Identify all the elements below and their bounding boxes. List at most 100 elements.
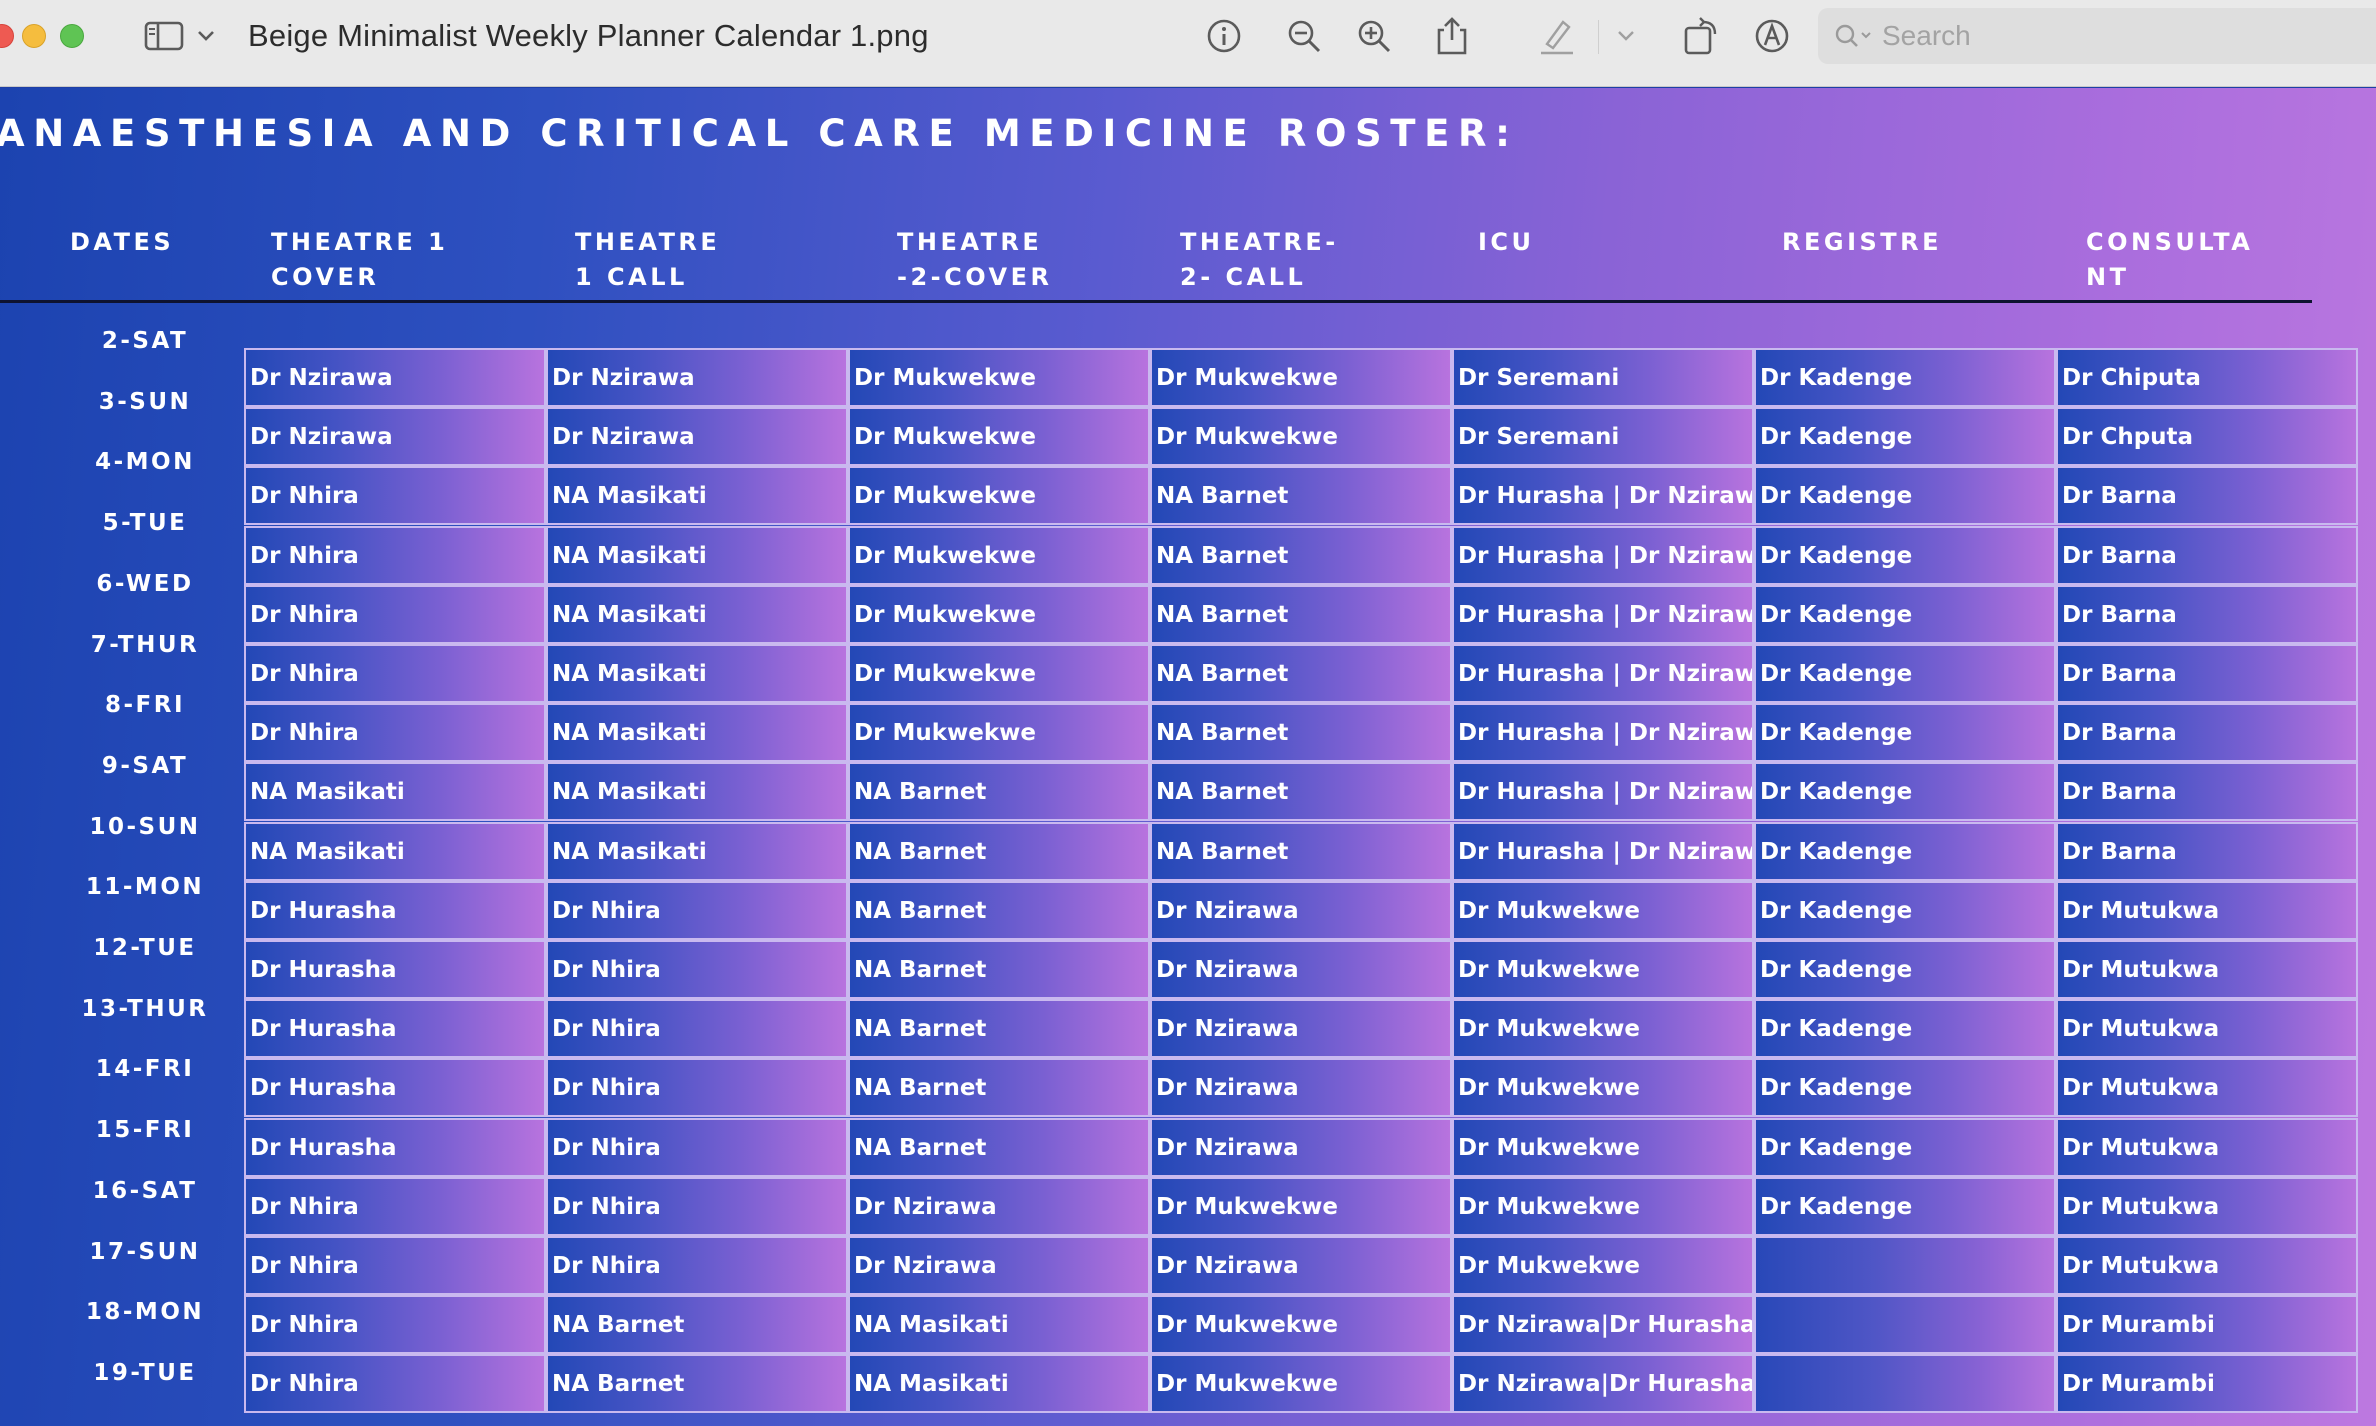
- zoom-window-button[interactable]: [60, 24, 84, 48]
- roster-cell: Dr Hurasha | Dr Nzirawa: [1452, 822, 1754, 881]
- roster-cell: Dr Mutukwa: [2056, 940, 2358, 999]
- roster-cell: Dr Nhira: [546, 940, 848, 999]
- close-window-button[interactable]: [0, 24, 14, 48]
- roster-cell: Dr Mukwekwe: [1452, 1058, 1754, 1117]
- sidebar-icon[interactable]: [142, 16, 186, 56]
- roster-cell: NA Barnet: [546, 1295, 848, 1354]
- roster-cell: Dr Murambi: [2056, 1354, 2358, 1413]
- column-header-dates: DATES: [70, 228, 175, 256]
- roster-cell: Dr Nhira: [244, 1295, 546, 1354]
- roster-cell: Dr Kadenge: [1754, 1118, 2056, 1177]
- roster-cell: [1754, 1295, 2056, 1354]
- row-date-label: 17-SUN: [89, 1239, 201, 1265]
- roster-cell: Dr Nzirawa|Dr Hurasha: [1452, 1354, 1754, 1413]
- roster-cell: Dr Kadenge: [1754, 526, 2056, 585]
- roster-cell: Dr Mukwekwe: [1150, 348, 1452, 407]
- roster-cell: Dr Mukwekwe: [1150, 1295, 1452, 1354]
- roster-cell: Dr Mukwekwe: [1452, 1118, 1754, 1177]
- roster-cell: Dr Seremani: [1452, 407, 1754, 466]
- roster-cell: Dr Kadenge: [1754, 1177, 2056, 1236]
- rotate-icon[interactable]: [1682, 16, 1722, 56]
- roster-cell: Dr Nhira: [244, 644, 546, 703]
- roster-cell: Dr Nhira: [546, 999, 848, 1058]
- roster-cell: NA Barnet: [1150, 644, 1452, 703]
- roster-cell: NA Barnet: [1150, 703, 1452, 762]
- roster-cell: NA Barnet: [848, 940, 1150, 999]
- search-icon: [1834, 22, 1874, 50]
- highlight-icon[interactable]: [1536, 16, 1578, 56]
- share-icon[interactable]: [1432, 16, 1472, 56]
- roster-cell: NA Masikati: [546, 822, 848, 881]
- roster-cell: Dr Mukwekwe: [848, 703, 1150, 762]
- roster-cell: Dr Mukwekwe: [1452, 1177, 1754, 1236]
- roster-cell: Dr Mukwekwe: [848, 407, 1150, 466]
- roster-cell: Dr Mutukwa: [2056, 1236, 2358, 1295]
- info-icon[interactable]: [1204, 16, 1244, 56]
- roster-cell: Dr Barna: [2056, 822, 2358, 881]
- zoom-out-icon[interactable]: [1284, 16, 1324, 56]
- roster-cell: Dr Nhira: [244, 1177, 546, 1236]
- roster-cell: Dr Nzirawa: [546, 348, 848, 407]
- roster-cell: Dr Hurasha | Dr Nzirawa: [1452, 762, 1754, 821]
- row-date-label: 8-FRI: [104, 692, 186, 718]
- roster-cell: Dr Nhira: [244, 526, 546, 585]
- chevron-down-icon[interactable]: [1614, 16, 1638, 56]
- roster-cell: Dr Kadenge: [1754, 762, 2056, 821]
- roster-cell: Dr Barna: [2056, 585, 2358, 644]
- markup-icon[interactable]: [1752, 16, 1792, 56]
- roster-cell: Dr Nhira: [546, 1177, 848, 1236]
- row-date-label: 14-FRI: [95, 1056, 195, 1082]
- roster-cell: Dr Nhira: [546, 1118, 848, 1177]
- roster-cell: NA Masikati: [244, 822, 546, 881]
- roster-cell: NA Masikati: [546, 526, 848, 585]
- roster-cell: Dr Hurasha: [244, 1058, 546, 1117]
- roster-cell: Dr Nzirawa: [848, 1177, 1150, 1236]
- roster-cell: Dr Hurasha | Dr Nzirawa: [1452, 466, 1754, 525]
- row-date-label: 6-WED: [96, 571, 194, 597]
- roster-cell: Dr Nhira: [244, 1236, 546, 1295]
- roster-cell: Dr Mukwekwe: [1452, 1236, 1754, 1295]
- roster-cell: Dr Nzirawa|Dr Hurasha: [1452, 1295, 1754, 1354]
- roster-cell: Dr Mukwekwe: [1452, 999, 1754, 1058]
- roster-cell: Dr Mutukwa: [2056, 1118, 2358, 1177]
- roster-cell: NA Masikati: [244, 762, 546, 821]
- minimize-window-button[interactable]: [22, 24, 46, 48]
- row-date-label: 13-THUR: [81, 996, 209, 1022]
- roster-cell: [1754, 1354, 2056, 1413]
- roster-cell: NA Masikati: [848, 1295, 1150, 1354]
- row-date-label: 11-MON: [85, 874, 205, 900]
- roster-cell: Dr Nhira: [244, 466, 546, 525]
- roster-cell: Dr Hurasha: [244, 1118, 546, 1177]
- row-date-label: 7-THUR: [90, 632, 200, 658]
- roster-cell: Dr Nzirawa: [1150, 1058, 1452, 1117]
- roster-cell: NA Barnet: [848, 822, 1150, 881]
- roster-cell: Dr Mukwekwe: [1452, 881, 1754, 940]
- roster-cell: Dr Nzirawa: [1150, 881, 1452, 940]
- roster-cell: Dr Nhira: [244, 703, 546, 762]
- roster-cell: Dr Kadenge: [1754, 644, 2056, 703]
- roster-cell: Dr Nzirawa: [1150, 1236, 1452, 1295]
- toolbar-divider: [1598, 20, 1599, 54]
- search-field[interactable]: [1818, 8, 2376, 64]
- roster-cell: Dr Kadenge: [1754, 999, 2056, 1058]
- roster-cell: Dr Chputa: [2056, 407, 2358, 466]
- roster-cell: Dr Mukwekwe: [848, 466, 1150, 525]
- chevron-down-icon[interactable]: [194, 16, 218, 56]
- roster-cell: Dr Kadenge: [1754, 407, 2056, 466]
- roster-cell: Dr Mutukwa: [2056, 999, 2358, 1058]
- zoom-in-icon[interactable]: [1354, 16, 1394, 56]
- roster-cell: Dr Seremani: [1452, 348, 1754, 407]
- roster-cell: Dr Hurasha | Dr Nzirawa: [1452, 644, 1754, 703]
- roster-cell: NA Barnet: [1150, 466, 1452, 525]
- column-header-consultant: CONSULTA NT: [2086, 228, 2254, 291]
- row-date-label: 3-SUN: [98, 389, 192, 415]
- roster-cell: NA Barnet: [1150, 822, 1452, 881]
- roster-cell: Dr Mukwekwe: [848, 585, 1150, 644]
- roster-cell: NA Masikati: [546, 762, 848, 821]
- search-input[interactable]: [1882, 20, 2342, 52]
- document-title: Beige Minimalist Weekly Planner Calendar…: [248, 18, 929, 53]
- row-date-label: 10-SUN: [89, 814, 201, 840]
- roster-cell: Dr Nhira: [546, 881, 848, 940]
- roster-title: ANAESTHESIA AND CRITICAL CARE MEDICINE R…: [0, 112, 1519, 155]
- roster-cell: Dr Hurasha | Dr Nzirawa: [1452, 703, 1754, 762]
